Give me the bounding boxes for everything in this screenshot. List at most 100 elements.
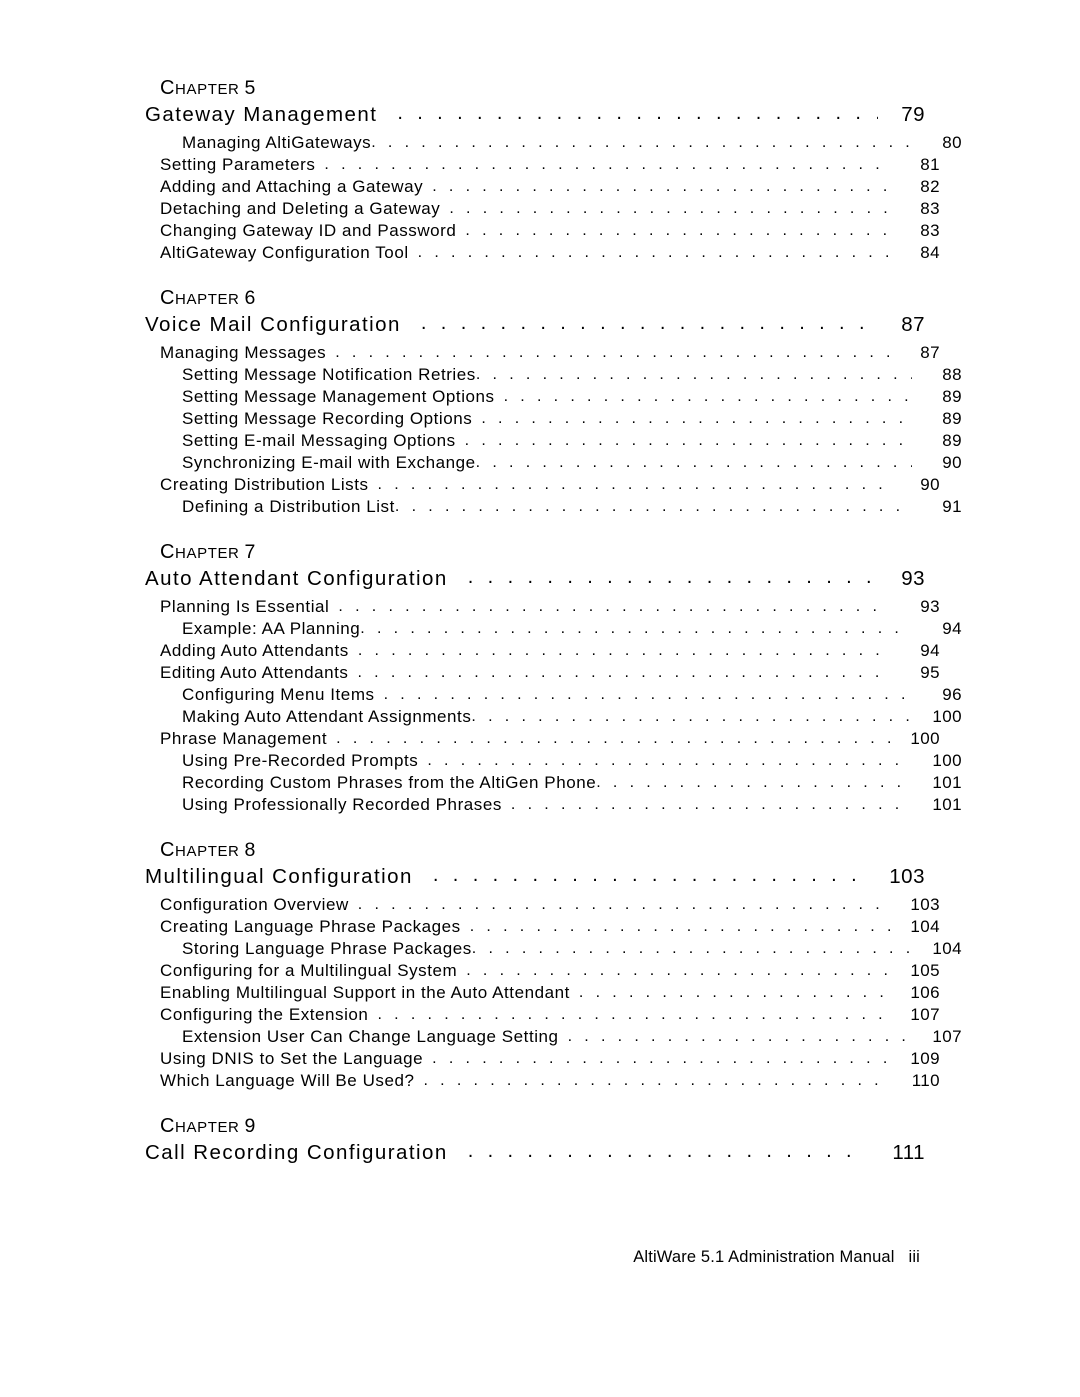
toc-entry[interactable]: Adding Auto Attendants . . . . . . . . . … xyxy=(140,642,940,660)
chapter-label: CHAPTER 5 xyxy=(160,78,920,98)
toc-entry[interactable]: Managing AltiGateways. . . . . . . . . .… xyxy=(140,134,962,152)
toc-entry-title: Phrase Management xyxy=(160,728,328,748)
toc-entry-page-number: 100 xyxy=(910,728,940,748)
toc-entry-page-number: 90 xyxy=(942,452,962,472)
toc-entry-page-number: 94 xyxy=(942,618,962,638)
toc-entry[interactable]: Recording Custom Phrases from the AltiGe… xyxy=(140,774,962,792)
dot-leader: . . . . . . . . . . . . . . . . . . . . … xyxy=(596,774,912,791)
toc-page: CHAPTER 5 Gateway Management. . . . . . . … xyxy=(0,0,1080,1397)
toc-entry[interactable]: AltiGateway Configuration Tool . . . . . … xyxy=(140,244,940,262)
toc-entry-page-number: 94 xyxy=(920,640,940,660)
toc-entry-page-number: 103 xyxy=(910,894,940,914)
toc-entry[interactable]: Example: AA Planning. . . . . . . . . . … xyxy=(140,620,962,638)
dot-leader: . . . . . . . . . . . . . . . . . . . . … xyxy=(335,344,890,361)
chapter-block: CHAPTER 8 Multilingual Configuration . . . … xyxy=(140,840,962,1090)
toc-entry[interactable]: Making Auto Attendant Assignments. . . .… xyxy=(140,708,962,726)
toc-chapter-entry[interactable]: Call Recording Configuration . . . . . . … xyxy=(145,1141,925,1164)
toc-entry[interactable]: Creating Language Phrase Packages . . . .… xyxy=(140,918,940,936)
toc-entry-title: Defining a Distribution List xyxy=(182,496,395,516)
toc-entry-page-number: 93 xyxy=(920,596,940,616)
dot-leader: . . . . . . . . . . . . . . . . . . . . … xyxy=(467,1141,865,1162)
chapter-word-initial: C xyxy=(160,286,176,309)
chapter-word-initial: C xyxy=(160,77,176,99)
toc-entry-title: Making Auto Attendant Assignments xyxy=(182,706,472,726)
toc-entry[interactable]: Defining a Distribution List. . . . . . … xyxy=(140,498,962,516)
toc-entry[interactable]: Enabling Multilingual Support in the Aut… xyxy=(140,984,940,1002)
toc-entry-page-number: 100 xyxy=(932,706,962,726)
toc-chapter-entry[interactable]: Multilingual Configuration . . . . . . . … xyxy=(145,865,925,889)
toc-entry[interactable]: Configuring the Extension . . . . . . . .… xyxy=(140,1006,940,1024)
toc-entry[interactable]: Configuration Overview . . . . . . . . . … xyxy=(140,896,940,914)
toc-chapter-entry[interactable]: Gateway Management . . . . . . . . . . . … xyxy=(145,103,925,126)
toc-chapter-entry[interactable]: Auto Attendant Configuration . . . . . . … xyxy=(145,567,925,590)
toc-entry-title: Using Professionally Recorded Phrases xyxy=(182,794,502,814)
toc-entry-title: Multilingual Configuration xyxy=(145,865,413,889)
toc-entry-page-number: 84 xyxy=(920,242,940,262)
toc-entry-page-number: 83 xyxy=(920,220,940,240)
toc-entry[interactable]: Configuring Menu Items . . . . . . . . . … xyxy=(140,686,962,704)
dot-leader: . . . . . . . . . . . . . . . . . . . . … xyxy=(469,918,890,935)
chapter-word-initial: C xyxy=(160,1114,176,1137)
dot-leader: . . . . . . . . . . . . . . . . . . . . … xyxy=(324,156,890,173)
toc-entry[interactable]: Setting Message Notification Retries. . … xyxy=(140,366,962,384)
toc-entry-title: Adding Auto Attendants xyxy=(160,640,349,660)
dot-leader: . . . . . . . . . . . . . . . . . . . . … xyxy=(503,388,912,405)
toc-entry[interactable]: Managing Messages . . . . . . . . . . . .… xyxy=(140,344,940,362)
toc-entry[interactable]: Synchronizing E-mail with Exchange. . . … xyxy=(140,454,962,472)
dot-leader: . . . . . . . . . . . . . . . . . . . . … xyxy=(371,134,912,151)
dot-leader: . . . . . . . . . . . . . . . . . . . . … xyxy=(510,796,912,813)
dot-leader: . . . . . . . . . . . . . . . . . . . . … xyxy=(449,200,890,217)
toc-entry-page-number: 101 xyxy=(932,794,962,814)
toc-entry-page-number: 107 xyxy=(932,1026,962,1046)
toc-entry-page-number: 103 xyxy=(889,865,925,889)
dot-leader: . . . . . . . . . . . . . . . . . . . . … xyxy=(432,1050,890,1067)
dot-leader: . . . . . . . . . . . . . . . . . . . . … xyxy=(427,752,912,769)
dot-leader: . . . . . . . . . . . . . . . . . . . . … xyxy=(417,244,890,261)
toc-entry[interactable]: Which Language Will Be Used? . . . . . . … xyxy=(140,1072,940,1090)
toc-chapter-entry[interactable]: Voice Mail Configuration . . . . . . . . … xyxy=(145,313,925,336)
toc-entry[interactable]: Planning Is Essential . . . . . . . . . .… xyxy=(140,598,940,616)
toc-entry[interactable]: Extension User Can Change Language Setti… xyxy=(140,1028,962,1046)
toc-entry[interactable]: Changing Gateway ID and Password . . . . … xyxy=(140,222,940,240)
toc-entry[interactable]: Using Professionally Recorded Phrases . .… xyxy=(140,796,962,814)
toc-entry-page-number: 90 xyxy=(920,474,940,494)
chapter-number: 7 xyxy=(244,540,256,563)
chapter-word-rest: HAPTER xyxy=(175,544,240,562)
toc-entry-page-number: 87 xyxy=(920,342,940,362)
chapter-block: CHAPTER 5 Gateway Management . . . . . . . … xyxy=(140,78,962,262)
toc-entry[interactable]: Setting Message Management Options . . . … xyxy=(140,388,962,406)
toc-entry[interactable]: Configuring for a Multilingual System . .… xyxy=(140,962,940,980)
toc-entry[interactable]: Phrase Management . . . . . . . . . . . .… xyxy=(140,730,940,748)
dot-leader: . . . . . . . . . . . . . . . . . . . . … xyxy=(432,178,890,195)
toc-entry[interactable]: Setting Message Recording Options . . . .… xyxy=(140,410,962,428)
toc-entry[interactable]: Storing Language Phrase Packages. . . . … xyxy=(140,940,962,958)
dot-leader: . . . . . . . . . . . . . . . . . . . . … xyxy=(357,664,890,681)
toc-entry[interactable]: Using DNIS to Set the Language . . . . . … xyxy=(140,1050,940,1068)
toc-entry[interactable]: Setting E-mail Messaging Options . . . . … xyxy=(140,432,962,450)
chapter-word-rest: HAPTER xyxy=(175,290,240,308)
toc-entry[interactable]: Detaching and Deleting a Gateway . . . . … xyxy=(140,200,940,218)
toc-entry-title: Using Pre-Recorded Prompts xyxy=(182,750,419,770)
chapter-number: 6 xyxy=(244,286,256,309)
toc-entry[interactable]: Adding and Attaching a Gateway . . . . . … xyxy=(140,178,940,196)
toc-entry-title: Managing Messages xyxy=(160,342,327,362)
toc-entry[interactable]: Creating Distribution Lists . . . . . . .… xyxy=(140,476,940,494)
dot-leader: . . . . . . . . . . . . . . . . . . . . … xyxy=(471,708,912,725)
dot-leader: . . . . . . . . . . . . . . . . . . . . … xyxy=(394,498,912,515)
toc-entry-page-number: 91 xyxy=(942,496,962,516)
toc-entry[interactable]: Using Pre-Recorded Prompts . . . . . . . … xyxy=(140,752,962,770)
toc-entry-page-number: 106 xyxy=(910,982,940,1002)
toc-entry-page-number: 83 xyxy=(920,198,940,218)
dot-leader: . . . . . . . . . . . . . . . . . . . . … xyxy=(383,686,912,703)
toc-entry[interactable]: Setting Parameters . . . . . . . . . . . … xyxy=(140,156,940,174)
dot-leader: . . . . . . . . . . . . . . . . . . . . … xyxy=(357,896,890,913)
dot-leader: . . . . . . . . . . . . . . . . . . . . … xyxy=(338,598,890,615)
toc-entry-title: Setting Message Notification Retries xyxy=(182,364,476,384)
toc-entry[interactable]: Editing Auto Attendants . . . . . . . . .… xyxy=(140,664,940,682)
toc-entry-title: Creating Language Phrase Packages xyxy=(160,916,461,936)
toc-entry-title: Managing AltiGateways xyxy=(182,132,372,152)
dot-leader: . . . . . . . . . . . . . . . . . . . . … xyxy=(357,642,890,659)
toc-entry-title: Setting Parameters xyxy=(160,154,316,174)
toc-entry-title: Example: AA Planning xyxy=(182,618,361,638)
dot-leader: . . . . . . . . . . . . . . . . . . . . … xyxy=(377,476,890,493)
